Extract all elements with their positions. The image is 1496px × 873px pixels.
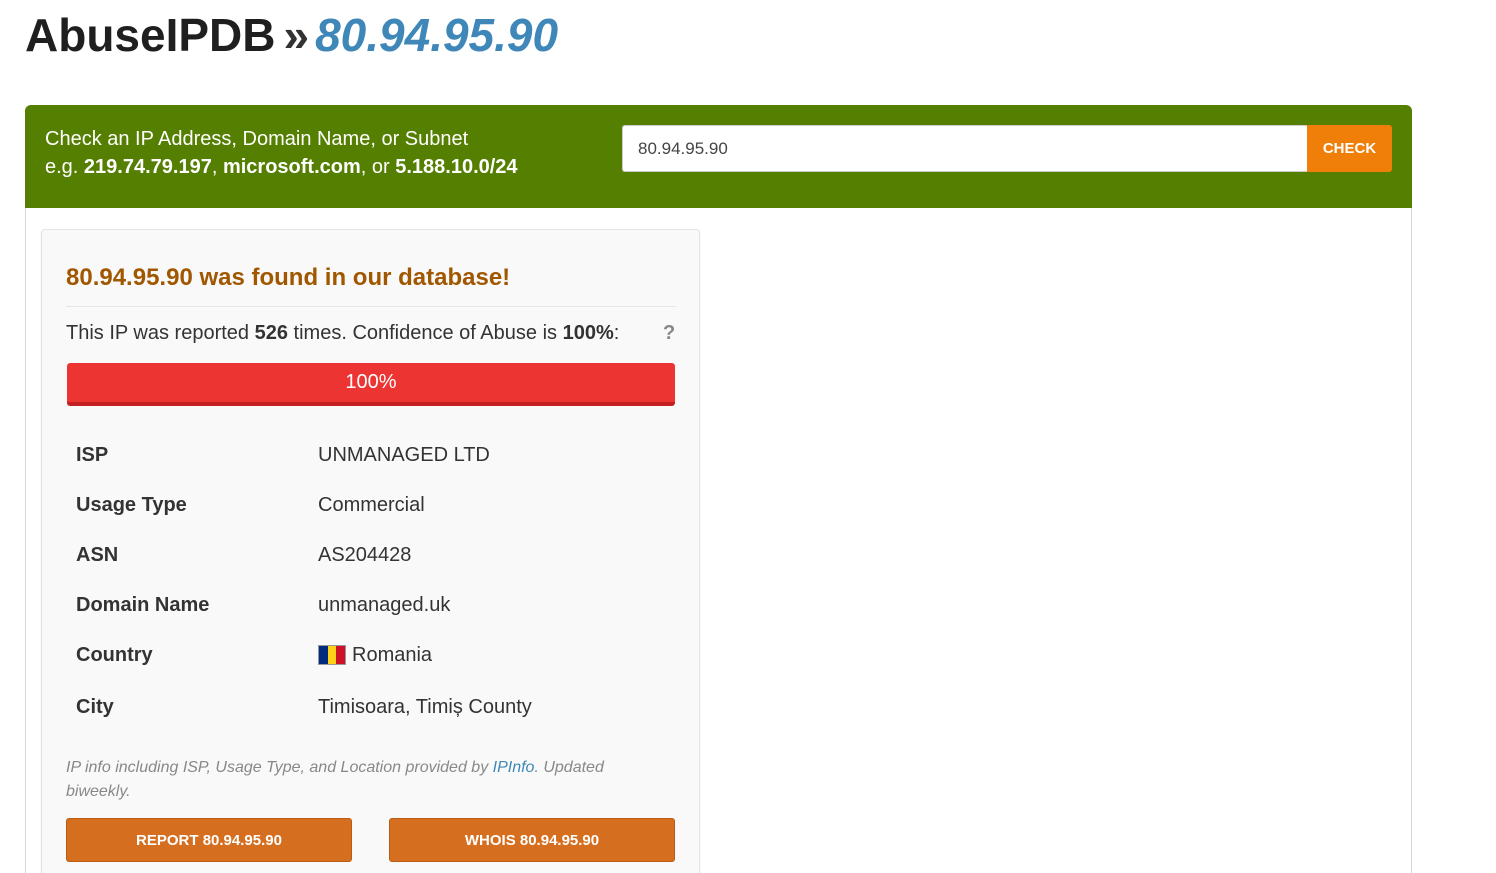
- isp-label: ISP: [76, 443, 109, 466]
- result-card: 80.94.95.90 was found in our database! T…: [41, 229, 700, 873]
- city-value: Timisoara, Timiș County: [318, 695, 532, 718]
- report-summary: This IP was reported 526 times. Confiden…: [66, 322, 619, 345]
- note-text: IP info including ISP, Usage Type, and L…: [66, 759, 493, 776]
- provider-note: IP info including ISP, Usage Type, and L…: [66, 756, 666, 804]
- summary-text: :: [613, 322, 620, 344]
- table-row: Domain Name unmanaged.uk: [66, 580, 676, 630]
- country-value: Romania: [352, 643, 433, 666]
- example-subnet: 5.188.10.0/24: [395, 156, 518, 178]
- example-ip: 219.74.79.197: [83, 156, 212, 178]
- asn-value: AS204428: [318, 543, 412, 566]
- check-examples: e.g. 219.74.79.197, microsoft.com, or 5.…: [45, 153, 518, 181]
- summary-text: times. Confidence of Abuse is: [287, 322, 563, 344]
- site-brand[interactable]: AbuseIPDB: [25, 9, 275, 61]
- title-ip: 80.94.95.90: [315, 9, 559, 61]
- example-domain: microsoft.com: [222, 156, 361, 178]
- search-input[interactable]: [622, 125, 1308, 172]
- found-ip: 80.94.95.90: [66, 264, 193, 291]
- ipinfo-link[interactable]: IPInfo: [493, 759, 535, 776]
- example-prefix: e.g.: [45, 156, 84, 178]
- summary-text: This IP was reported: [66, 322, 255, 344]
- usage-type-label: Usage Type: [76, 493, 187, 516]
- divider: [66, 306, 676, 307]
- table-row: Country Romania: [66, 630, 676, 680]
- example-sep: ,: [211, 156, 223, 178]
- page-title: AbuseIPDB» 80.94.95.90: [25, 8, 558, 62]
- report-count: 526: [254, 322, 288, 344]
- country-cell: Romania: [318, 630, 676, 680]
- asn-label: ASN: [76, 543, 119, 566]
- romania-flag-icon: [318, 644, 346, 665]
- ip-info-table: ISP UNMANAGED LTD Usage Type Commercial …: [66, 430, 676, 734]
- report-button[interactable]: REPORT 80.94.95.90: [66, 818, 352, 862]
- confidence-value: 100%: [562, 322, 614, 344]
- table-row: ISP UNMANAGED LTD: [66, 430, 676, 480]
- domain-name-value: unmanaged.uk: [318, 593, 451, 616]
- table-row: Usage Type Commercial: [66, 480, 676, 530]
- domain-name-label: Domain Name: [76, 593, 210, 616]
- city-label: City: [76, 695, 114, 718]
- found-text: was found in our database!: [192, 264, 511, 291]
- found-heading: 80.94.95.90 was found in our database!: [66, 264, 510, 292]
- confidence-bar: 100%: [67, 363, 675, 406]
- confidence-bar-fill: 100%: [67, 363, 675, 406]
- usage-type-value: Commercial: [318, 493, 425, 516]
- table-row: ASN AS204428: [66, 530, 676, 580]
- example-sep: , or: [360, 156, 396, 178]
- table-row: City Timisoara, Timiș County: [66, 680, 676, 734]
- help-icon[interactable]: ?: [663, 322, 675, 345]
- check-heading: Check an IP Address, Domain Name, or Sub…: [45, 128, 469, 150]
- country-label: Country: [76, 643, 153, 666]
- check-button[interactable]: CHECK: [1307, 125, 1392, 172]
- check-bar: Check an IP Address, Domain Name, or Sub…: [25, 105, 1412, 208]
- title-separator: »: [283, 9, 310, 61]
- whois-button[interactable]: WHOIS 80.94.95.90: [389, 818, 675, 862]
- isp-value: UNMANAGED LTD: [318, 443, 490, 466]
- check-instructions: Check an IP Address, Domain Name, or Sub…: [45, 125, 518, 181]
